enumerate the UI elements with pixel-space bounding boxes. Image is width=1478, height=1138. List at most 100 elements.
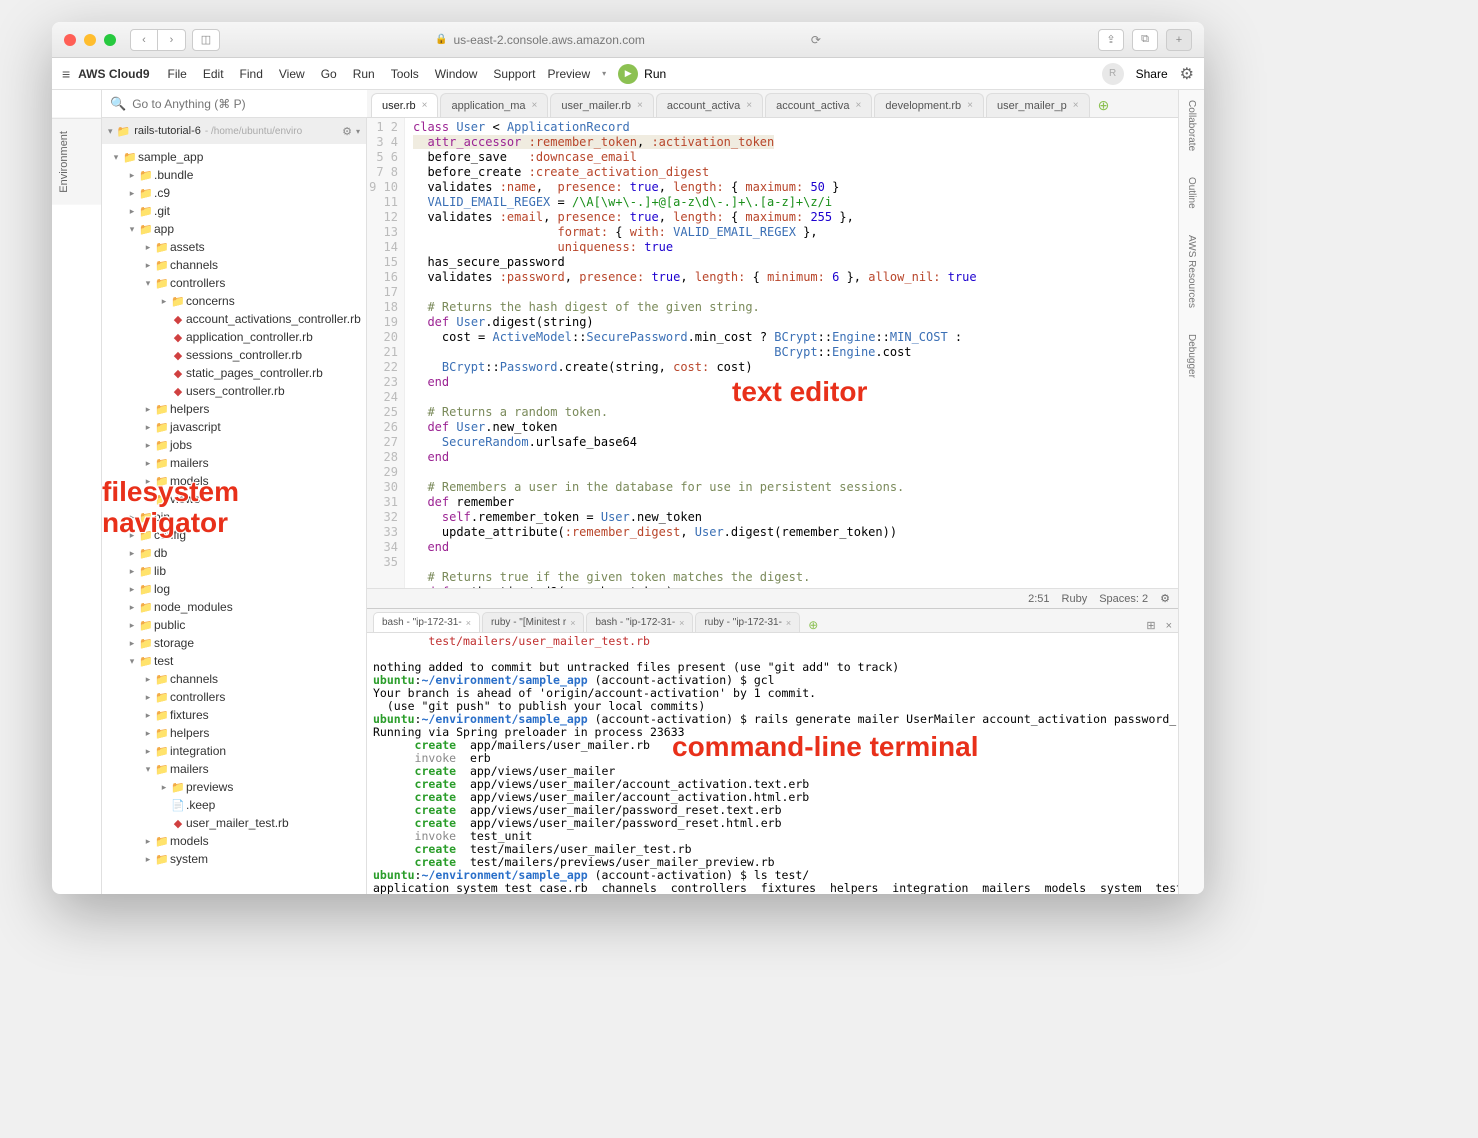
code-content[interactable]: class User < ApplicationRecord attr_acce… [405,118,1178,588]
rail-collaborate[interactable]: Collaborate [1184,96,1199,155]
editor-tab[interactable]: application_ma× [440,93,548,117]
menu-view[interactable]: View [271,63,313,85]
project-root[interactable]: ▾ 📁 rails-tutorial-6 - /home/ubuntu/envi… [102,118,366,144]
close-tab-icon[interactable]: × [466,618,471,628]
tree-item[interactable]: ▸📁models [102,832,366,850]
tree-item[interactable]: ▸📁channels [102,256,366,274]
address-bar[interactable]: 🔒 us-east-2.console.aws.amazon.com ⟳ [435,33,821,47]
tree-item[interactable]: ▾📁sample_app [102,148,366,166]
close-tab-icon[interactable]: × [786,618,791,628]
close-tab-icon[interactable]: × [637,100,643,111]
close-tab-icon[interactable]: × [856,100,862,111]
editor-tab[interactable]: development.rb× [874,93,984,117]
tree-item[interactable]: ▸📁bin [102,508,366,526]
status-gear-icon[interactable]: ⚙ [1160,592,1170,605]
menu-run[interactable]: Run [345,63,383,85]
editor-tab[interactable]: user.rb× [371,93,438,117]
rail-outline[interactable]: Outline [1184,173,1199,213]
tree-item[interactable]: ◆sessions_controller.rb [102,346,366,364]
tree-item[interactable]: ▾📁test [102,652,366,670]
rail-aws-resources[interactable]: AWS Resources [1184,231,1199,312]
tree-item[interactable]: ▸📁.git [102,202,366,220]
editor-tab[interactable]: account_activa× [656,93,763,117]
close-tab-icon[interactable]: × [967,100,973,111]
run-button[interactable]: ▶ Run [618,64,666,84]
tree-item[interactable]: ▸📁storage [102,634,366,652]
tree-item[interactable]: ▸📁concerns [102,292,366,310]
indent-setting[interactable]: Spaces: 2 [1099,593,1148,605]
tree-item[interactable]: ▸📁jobs [102,436,366,454]
share-icon[interactable]: ⇪ [1098,29,1124,51]
close-tab-icon[interactable]: × [422,100,428,111]
reload-icon[interactable]: ⟳ [811,33,821,47]
tree-item[interactable]: ▸📁integration [102,742,366,760]
editor-tab[interactable]: user_mailer_p× [986,93,1090,117]
tree-item[interactable]: ▸📁assets [102,238,366,256]
tree-item[interactable]: ▸📁public [102,616,366,634]
minimize-window-icon[interactable] [84,34,96,46]
terminal-output[interactable]: test/mailers/user_mailer_test.rb nothing… [367,633,1178,894]
tree-item[interactable]: ▸📁helpers [102,724,366,742]
hamburger-icon[interactable]: ≡ [62,66,70,82]
tree-item[interactable]: ▸📁.c9 [102,184,366,202]
preview-button[interactable]: Preview [547,67,590,81]
tree-item[interactable]: ▸📁previews [102,778,366,796]
menu-support[interactable]: Support [485,63,543,85]
menu-window[interactable]: Window [427,63,486,85]
tree-item[interactable]: 📄.keep [102,796,366,814]
terminal-tab[interactable]: ruby - "ip-172-31-× [695,612,800,632]
tree-item[interactable]: ▸📁models [102,472,366,490]
tree-item[interactable]: ▸📁javascript [102,418,366,436]
forward-button[interactable]: › [158,29,186,51]
close-tab-icon[interactable]: × [679,618,684,628]
rail-debugger[interactable]: Debugger [1184,330,1199,382]
menu-file[interactable]: File [160,63,195,85]
tree-item[interactable]: ◆users_controller.rb [102,382,366,400]
menu-edit[interactable]: Edit [195,63,232,85]
project-gear-icon[interactable]: ⚙ [342,125,352,138]
terminal-tab[interactable]: ruby - "[Minitest r× [482,612,585,632]
back-button[interactable]: ‹ [130,29,158,51]
language-mode[interactable]: Ruby [1062,593,1088,605]
code-editor[interactable]: 1 2 3 4 5 6 7 8 9 10 11 12 13 14 15 16 1… [367,118,1178,588]
share-button[interactable]: Share [1136,67,1168,81]
terminal-tab[interactable]: bash - "ip-172-31-× [586,612,693,632]
close-tab-icon[interactable]: × [746,100,752,111]
new-terminal-icon[interactable]: ⊕ [808,618,818,632]
tree-item[interactable]: ▸📁channels [102,670,366,688]
tree-item[interactable]: ◆static_pages_controller.rb [102,364,366,382]
tree-item[interactable]: ◆user_mailer_test.rb [102,814,366,832]
environment-tab[interactable]: Environment [52,118,101,205]
menu-go[interactable]: Go [313,63,345,85]
tree-item[interactable]: ▾📁mailers [102,760,366,778]
tree-item[interactable]: ▸📁helpers [102,400,366,418]
tree-item[interactable]: ◆application_controller.rb [102,328,366,346]
terminal-tab[interactable]: bash - "ip-172-31-× [373,612,480,632]
file-tree[interactable]: ▾📁sample_app▸📁.bundle▸📁.c9▸📁.git▾📁app▸📁a… [102,144,366,894]
tree-item[interactable]: ▾📁controllers [102,274,366,292]
menu-tools[interactable]: Tools [383,63,427,85]
tree-item[interactable]: ▸📁lib [102,562,366,580]
tree-item[interactable]: ▸📁config [102,526,366,544]
preview-dropdown-icon[interactable]: ▾ [602,69,606,78]
sidebar-toggle-button[interactable]: ◫ [192,29,220,51]
zoom-window-icon[interactable] [104,34,116,46]
editor-tab[interactable]: account_activa× [765,93,872,117]
close-tab-icon[interactable]: × [1073,100,1079,111]
editor-tab[interactable]: user_mailer.rb× [550,93,654,117]
close-tab-icon[interactable]: × [531,100,537,111]
tabs-icon[interactable]: ⧉ [1132,29,1158,51]
avatar[interactable]: R [1102,63,1124,85]
tree-item[interactable]: ▸📁mailers [102,454,366,472]
new-tab-button[interactable]: + [1166,29,1192,51]
panel-layout-icon[interactable]: ⊞ [1146,619,1155,632]
tree-item[interactable]: ▸📁views [102,490,366,508]
menu-find[interactable]: Find [232,63,271,85]
tree-item[interactable]: ▸📁db [102,544,366,562]
tree-item[interactable]: ◆account_activations_controller.rb [102,310,366,328]
tree-item[interactable]: ▸📁system [102,850,366,868]
settings-gear-icon[interactable]: ⚙ [1180,64,1194,84]
new-tab-button[interactable]: ⊕ [1092,93,1116,117]
tree-item[interactable]: ▸📁.bundle [102,166,366,184]
close-window-icon[interactable] [64,34,76,46]
